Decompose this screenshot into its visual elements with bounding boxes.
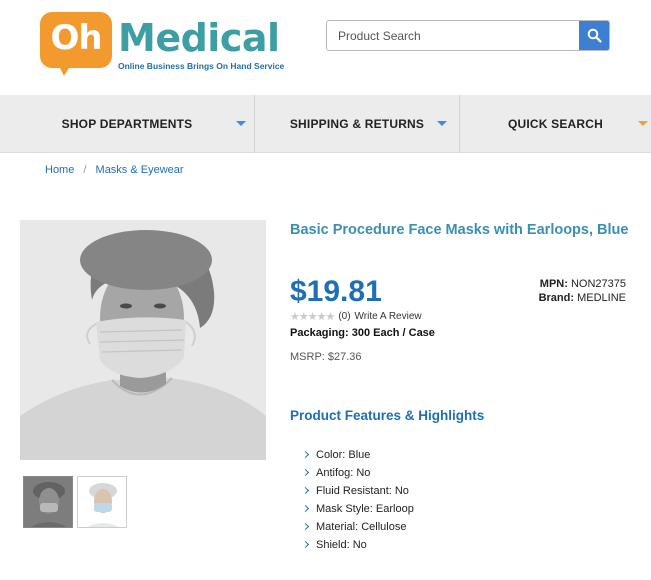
brand-row: Brand: MEDLINE — [539, 291, 626, 305]
feature-item: Antifog: No — [301, 464, 414, 482]
product-photo — [20, 220, 266, 460]
thumbnail-2[interactable] — [77, 476, 127, 528]
nav-label: SHIPPING & RETURNS — [289, 117, 425, 131]
packaging-value: 300 Each / Case — [351, 327, 435, 339]
breadcrumb-separator: / — [83, 164, 87, 176]
breadcrumb: Home / Masks & Eyewear — [45, 164, 184, 176]
product-search — [326, 20, 610, 51]
search-input[interactable] — [327, 21, 579, 50]
breadcrumb-masks-eyewear[interactable]: Masks & Eyewear — [96, 164, 184, 176]
site-logo[interactable]: Oh Medical Online Business Brings On Han… — [40, 12, 284, 82]
product-main-image[interactable] — [20, 220, 266, 460]
thumbnail-1[interactable] — [23, 476, 73, 528]
product-meta: MPN: NON27375 Brand: MEDLINE — [539, 277, 626, 305]
logo-tagline: Online Business Brings On Hand Service — [118, 61, 285, 71]
breadcrumb-home[interactable]: Home — [45, 164, 74, 176]
nav-shop-departments[interactable]: SHOP DEPARTMENTS — [0, 95, 254, 153]
nav-shipping-returns[interactable]: SHIPPING & RETURNS — [254, 95, 459, 153]
feature-item: Shield: No — [301, 536, 414, 554]
chevron-right-icon — [301, 540, 310, 549]
main-nav: SHOP DEPARTMENTS SHIPPING & RETURNS QUIC… — [0, 95, 651, 153]
thumbnail-photo — [24, 477, 72, 527]
star-rating-icon: ★★★★★ — [290, 311, 335, 323]
brand-label: Brand: — [538, 292, 575, 304]
caret-down-icon — [437, 121, 447, 126]
chevron-right-icon — [301, 468, 310, 477]
rating-count: (0) — [338, 311, 351, 322]
site-header: Oh Medical Online Business Brings On Han… — [0, 0, 651, 95]
packaging-info: Packaging: 300 Each / Case — [290, 327, 435, 339]
feature-item: Material: Cellulose — [301, 518, 414, 536]
thumbnail-photo — [78, 477, 126, 527]
feature-item: Mask Style: Earloop — [301, 500, 414, 518]
caret-down-icon — [638, 121, 648, 126]
write-review-link[interactable]: Write A Review — [355, 311, 422, 322]
msrp: MSRP: $27.36 — [290, 351, 362, 363]
feature-item: Color: Blue — [301, 446, 414, 464]
nav-label: QUICK SEARCH — [507, 117, 604, 131]
chevron-right-icon — [301, 486, 310, 495]
product-title: Basic Procedure Face Masks with Earloops… — [290, 222, 629, 238]
packaging-label: Packaging: — [290, 327, 349, 339]
logo-badge-text: Oh — [50, 18, 102, 58]
features-list: Color: Blue Antifog: No Fluid Resistant:… — [301, 446, 414, 554]
brand-value: MEDLINE — [577, 292, 626, 304]
nav-label: SHOP DEPARTMENTS — [61, 117, 193, 131]
chevron-right-icon — [301, 504, 310, 513]
mpn-row: MPN: NON27375 — [539, 277, 626, 291]
caret-down-icon — [236, 121, 246, 126]
search-button[interactable] — [579, 21, 609, 50]
logo-wordmark: Medical — [118, 16, 280, 60]
nav-quick-search[interactable]: QUICK SEARCH — [459, 95, 651, 153]
feature-item: Fluid Resistant: No — [301, 482, 414, 500]
mpn-label: MPN: — [539, 278, 568, 290]
features-heading: Product Features & Highlights — [290, 408, 485, 423]
rating-row: ★★★★★ (0) Write A Review — [290, 310, 422, 323]
product-price: $19.81 — [290, 275, 382, 308]
chevron-right-icon — [301, 522, 310, 531]
chevron-right-icon — [301, 450, 310, 459]
mpn-value: NON27375 — [570, 278, 626, 290]
search-icon — [587, 28, 602, 43]
